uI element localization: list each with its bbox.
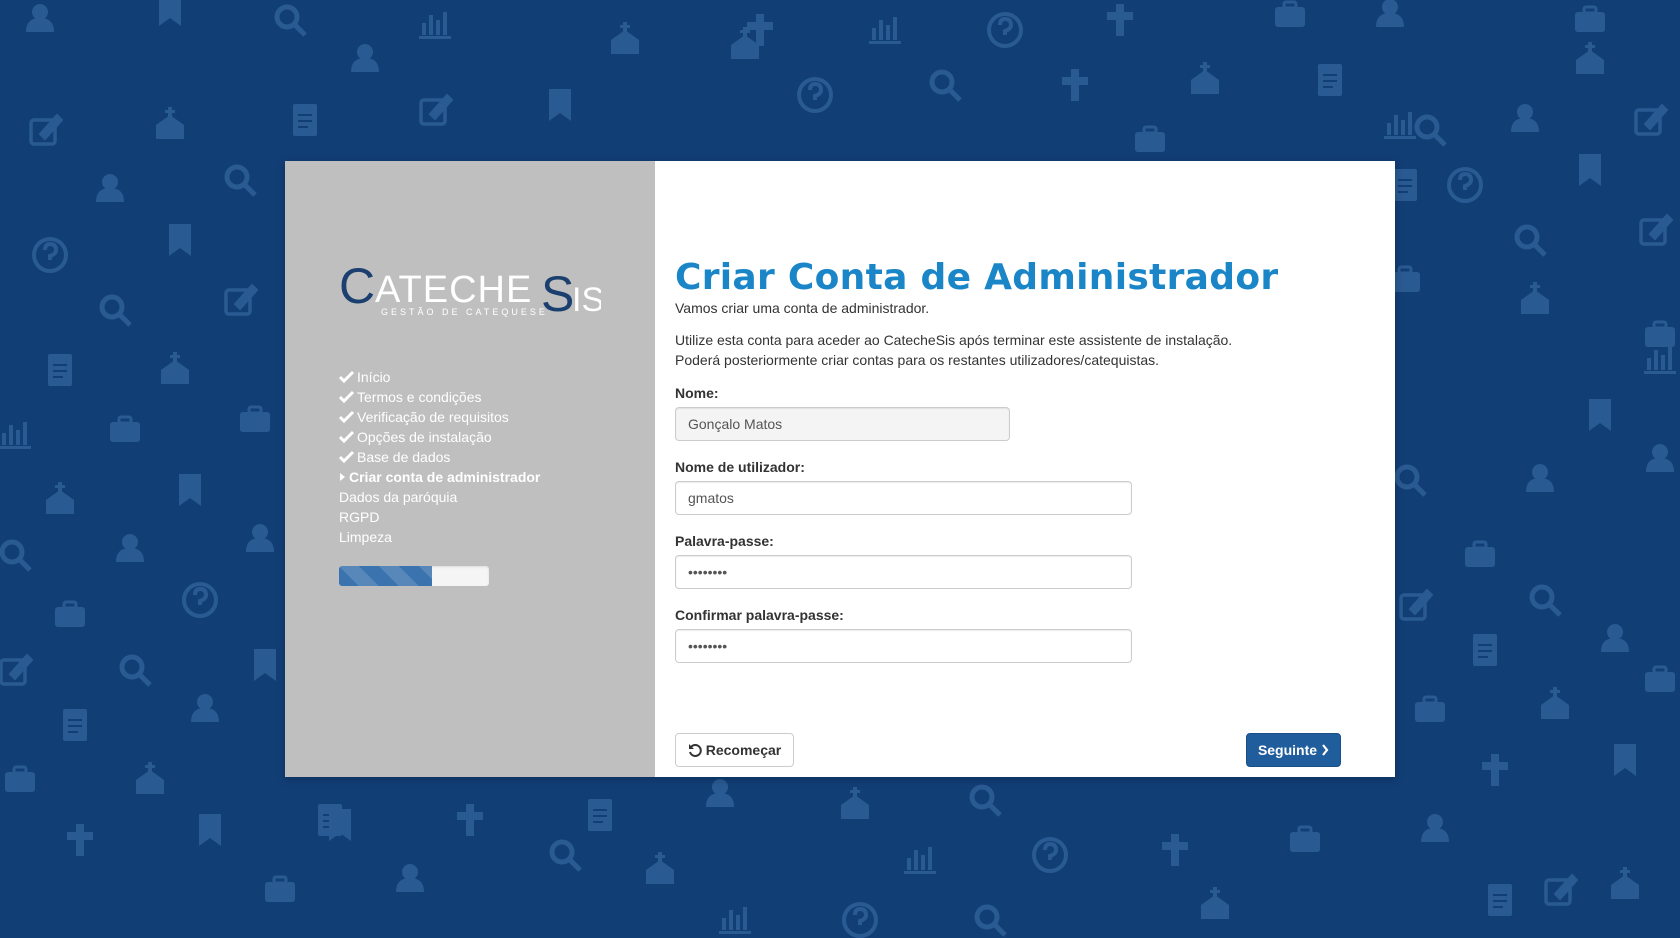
step-label: Verificação de requisitos — [357, 409, 509, 425]
step-label: Base de dados — [357, 449, 451, 465]
svg-text:C: C — [339, 258, 375, 314]
step-limpeza: Limpeza — [339, 527, 540, 547]
confirm-password-label: Confirmar palavra-passe: — [675, 607, 844, 623]
step-label: Termos e condições — [357, 389, 482, 405]
step-label: Opções de instalação — [357, 429, 492, 445]
restart-button[interactable]: Recomeçar — [675, 733, 794, 767]
step-opcoes: Opções de instalação — [339, 427, 540, 447]
caret-right-icon — [340, 473, 345, 481]
next-button[interactable]: Seguinte — [1246, 733, 1341, 767]
step-label: Dados da paróquia — [339, 489, 458, 505]
svg-text:GESTÃO DE CATEQUESE: GESTÃO DE CATEQUESE — [381, 307, 548, 317]
wizard-sidebar: C ATECHE S IS GESTÃO DE CATEQUESE Início… — [285, 161, 655, 777]
check-icon — [339, 450, 355, 464]
description-text: Utilize esta conta para aceder ao Catech… — [675, 330, 1232, 370]
username-label: Nome de utilizador: — [675, 459, 805, 475]
progress-bar — [339, 566, 489, 586]
step-label: Criar conta de administrador — [349, 469, 541, 485]
undo-icon — [688, 744, 702, 757]
wizard-content: Criar Conta de Administrador Vamos criar… — [655, 161, 1395, 777]
installer-wizard: C ATECHE S IS GESTÃO DE CATEQUESE Início… — [285, 161, 1395, 777]
wizard-steps: Início Termos e condições Verificação de… — [339, 367, 540, 547]
step-requisitos: Verificação de requisitos — [339, 407, 540, 427]
check-icon — [339, 430, 355, 444]
step-criar-conta: Criar conta de administrador — [339, 467, 540, 487]
username-field[interactable] — [675, 481, 1132, 515]
step-base-dados: Base de dados — [339, 447, 540, 467]
step-label: Limpeza — [339, 529, 392, 545]
chevron-right-icon — [1322, 744, 1329, 756]
svg-text:ATECHE: ATECHE — [375, 269, 532, 311]
catechesis-logo: C ATECHE S IS GESTÃO DE CATEQUESE — [339, 258, 601, 317]
step-dados-paroquia: Dados da paróquia — [339, 487, 540, 507]
step-inicio: Início — [339, 367, 540, 387]
restart-label: Recomeçar — [705, 742, 782, 758]
step-label: Início — [357, 369, 391, 385]
step-rgpd: RGPD — [339, 507, 540, 527]
svg-text:IS: IS — [572, 281, 601, 317]
check-icon — [339, 390, 355, 404]
password-label: Palavra-passe: — [675, 533, 774, 549]
step-termos: Termos e condições — [339, 387, 540, 407]
description-line-2: Poderá posteriormente criar contas para … — [675, 352, 1160, 368]
progress-fill — [339, 566, 432, 586]
password-field[interactable] — [675, 555, 1132, 589]
confirm-password-field[interactable] — [675, 629, 1132, 663]
intro-text: Vamos criar uma conta de administrador. — [675, 300, 930, 316]
next-label: Seguinte — [1257, 742, 1318, 758]
name-field[interactable] — [675, 407, 1010, 441]
check-icon — [339, 410, 355, 424]
page-title: Criar Conta de Administrador — [675, 257, 1279, 298]
check-icon — [339, 370, 355, 384]
name-label: Nome: — [675, 385, 719, 401]
description-line-1: Utilize esta conta para aceder ao Catech… — [675, 332, 1233, 348]
step-label: RGPD — [339, 509, 380, 525]
